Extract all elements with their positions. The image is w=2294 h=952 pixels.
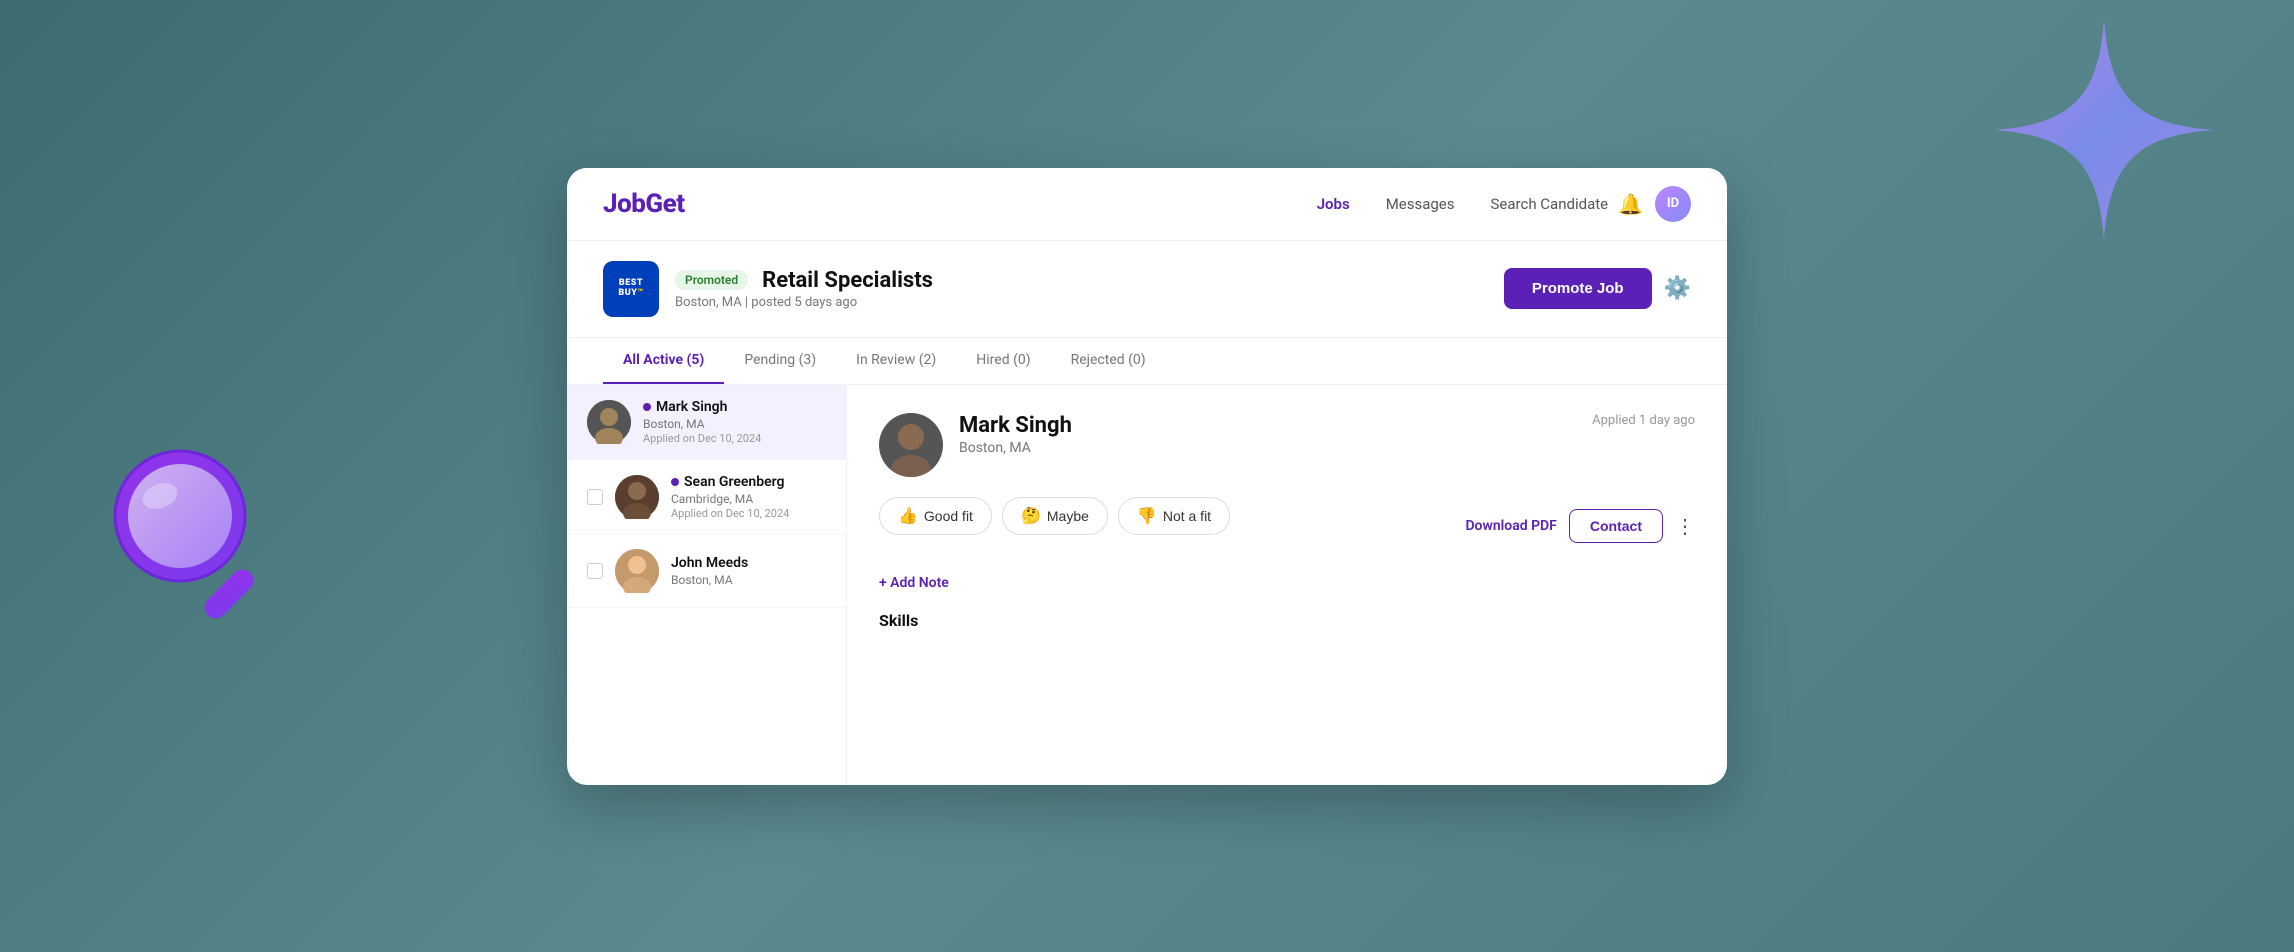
candidate-checkbox-sean[interactable]: [587, 489, 603, 505]
detail-header: Mark Singh Boston, MA Applied 1 day ago: [879, 413, 1695, 477]
candidate-item-john-meeds[interactable]: John Meeds Boston, MA: [567, 535, 846, 608]
candidate-location-mark: Boston, MA: [643, 417, 826, 431]
company-logo: BEST BUY™: [603, 261, 659, 317]
job-header: BEST BUY™ Promoted Retail Specialists Bo…: [567, 241, 1727, 338]
detail-applied-time: Applied 1 day ago: [1592, 413, 1695, 428]
promoted-badge: Promoted: [675, 270, 748, 290]
nav-link-messages[interactable]: Messages: [1386, 195, 1455, 213]
tab-rejected[interactable]: Rejected (0): [1051, 338, 1166, 384]
fit-action-row: 👍 Good fit 🤔 Maybe 👎 Not a fit Download …: [879, 497, 1695, 555]
tab-pending[interactable]: Pending (3): [724, 338, 836, 384]
candidate-avatar-sean: [615, 475, 659, 519]
nav-link-search-candidate[interactable]: Search Candidate: [1491, 195, 1609, 213]
not-a-fit-button[interactable]: 👎 Not a fit: [1118, 497, 1230, 535]
candidate-name-sean: Sean Greenberg: [671, 474, 826, 490]
bell-icon[interactable]: 🔔: [1618, 192, 1643, 216]
candidate-location-sean: Cambridge, MA: [671, 492, 826, 506]
candidate-location-john: Boston, MA: [671, 573, 826, 587]
candidate-item-sean-greenberg[interactable]: Sean Greenberg Cambridge, MA Applied on …: [567, 460, 846, 535]
job-meta: Boston, MA | posted 5 days ago: [675, 295, 933, 310]
content-area: Mark Singh Boston, MA Applied on Dec 10,…: [567, 385, 1727, 785]
candidate-date-sean: Applied on Dec 10, 2024: [671, 507, 826, 520]
candidate-list: Mark Singh Boston, MA Applied on Dec 10,…: [567, 385, 847, 785]
nav-links: Jobs Messages Search Candidate: [1317, 195, 1608, 213]
candidate-item-mark-singh[interactable]: Mark Singh Boston, MA Applied on Dec 10,…: [567, 385, 846, 460]
good-fit-label: Good fit: [924, 508, 973, 524]
detail-name-block: Mark Singh Boston, MA: [959, 413, 1576, 456]
company-logo-text: BEST BUY™: [618, 279, 643, 299]
nav: JobGet Jobs Messages Search Candidate 🔔 …: [567, 168, 1727, 241]
add-note-link[interactable]: + Add Note: [879, 575, 1695, 591]
skills-title: Skills: [879, 611, 1695, 630]
main-card: JobGet Jobs Messages Search Candidate 🔔 …: [567, 168, 1727, 785]
avatar[interactable]: ID: [1655, 186, 1691, 222]
detail-candidate-name: Mark Singh: [959, 413, 1576, 438]
star-decoration: [1994, 20, 2214, 240]
maybe-button[interactable]: 🤔 Maybe: [1002, 497, 1108, 535]
contact-button[interactable]: Contact: [1569, 509, 1663, 543]
magnifier-decoration: [100, 436, 280, 636]
job-header-right: Promote Job ⚙️: [1504, 268, 1691, 309]
fit-buttons: 👍 Good fit 🤔 Maybe 👎 Not a fit: [879, 497, 1230, 535]
settings-icon[interactable]: ⚙️: [1664, 276, 1691, 301]
nav-link-jobs[interactable]: Jobs: [1317, 195, 1350, 213]
good-fit-button[interactable]: 👍 Good fit: [879, 497, 992, 535]
thinking-icon: 🤔: [1021, 506, 1041, 526]
candidate-name-john: John Meeds: [671, 555, 826, 571]
not-a-fit-label: Not a fit: [1163, 508, 1211, 524]
promote-job-button[interactable]: Promote Job: [1504, 268, 1652, 309]
download-pdf-link[interactable]: Download PDF: [1465, 518, 1556, 534]
job-title-block: Promoted Retail Specialists Boston, MA |…: [675, 268, 933, 310]
tab-in-review[interactable]: In Review (2): [836, 338, 956, 384]
thumbs-up-icon: 👍: [898, 506, 918, 526]
candidate-info-sean: Sean Greenberg Cambridge, MA Applied on …: [671, 474, 826, 520]
candidate-checkbox-john[interactable]: [587, 563, 603, 579]
maybe-label: Maybe: [1047, 508, 1089, 524]
thumbs-down-icon: 👎: [1137, 506, 1157, 526]
candidate-date-mark: Applied on Dec 10, 2024: [643, 432, 826, 445]
tabs-row: All Active (5) Pending (3) In Review (2)…: [567, 338, 1727, 385]
job-title: Retail Specialists: [762, 268, 933, 293]
tab-hired[interactable]: Hired (0): [956, 338, 1050, 384]
detail-avatar: [879, 413, 943, 477]
candidate-avatar-john: [615, 549, 659, 593]
tab-all-active[interactable]: All Active (5): [603, 338, 724, 384]
candidate-info-john: John Meeds Boston, MA: [671, 555, 826, 587]
more-options-icon[interactable]: ⋮: [1675, 514, 1695, 538]
candidate-name-mark: Mark Singh: [643, 399, 826, 415]
candidate-info-mark: Mark Singh Boston, MA Applied on Dec 10,…: [643, 399, 826, 445]
detail-candidate-location: Boston, MA: [959, 440, 1576, 456]
logo: JobGet: [603, 189, 685, 219]
candidate-detail: Mark Singh Boston, MA Applied 1 day ago …: [847, 385, 1727, 785]
action-buttons: Download PDF Contact ⋮: [1465, 509, 1695, 543]
candidate-avatar-mark: [587, 400, 631, 444]
